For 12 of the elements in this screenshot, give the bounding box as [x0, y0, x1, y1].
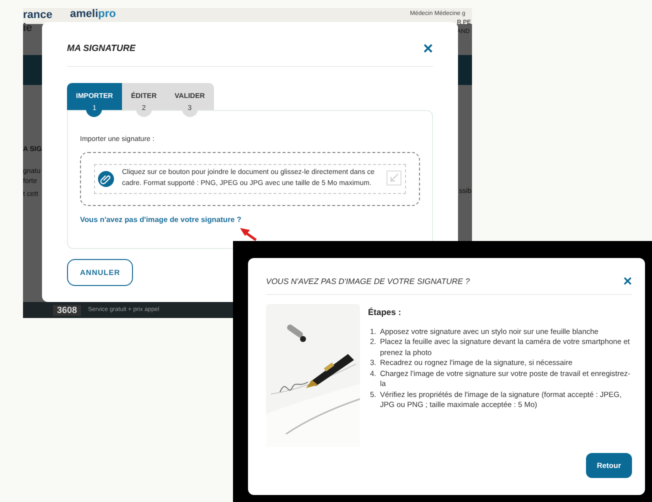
upload-icon	[386, 170, 402, 186]
pointer-arrow	[238, 226, 258, 242]
close-button[interactable]: ×	[623, 274, 632, 289]
phone-number: 3608	[53, 305, 82, 316]
logo-text: rance	[23, 10, 52, 21]
steps-heading: Étapes :	[368, 306, 402, 319]
paperclip-icon[interactable]	[98, 170, 114, 186]
dialog-title: VOUS N'AVEZ PAS D'IMAGE DE VOTRE SIGNATURE ?	[266, 276, 470, 288]
logo-text: ie	[23, 23, 32, 34]
dialog-title: MA SIGNATURE	[67, 42, 136, 55]
brand-logo: amelipro	[70, 9, 116, 20]
close-button[interactable]: ×	[423, 40, 433, 57]
